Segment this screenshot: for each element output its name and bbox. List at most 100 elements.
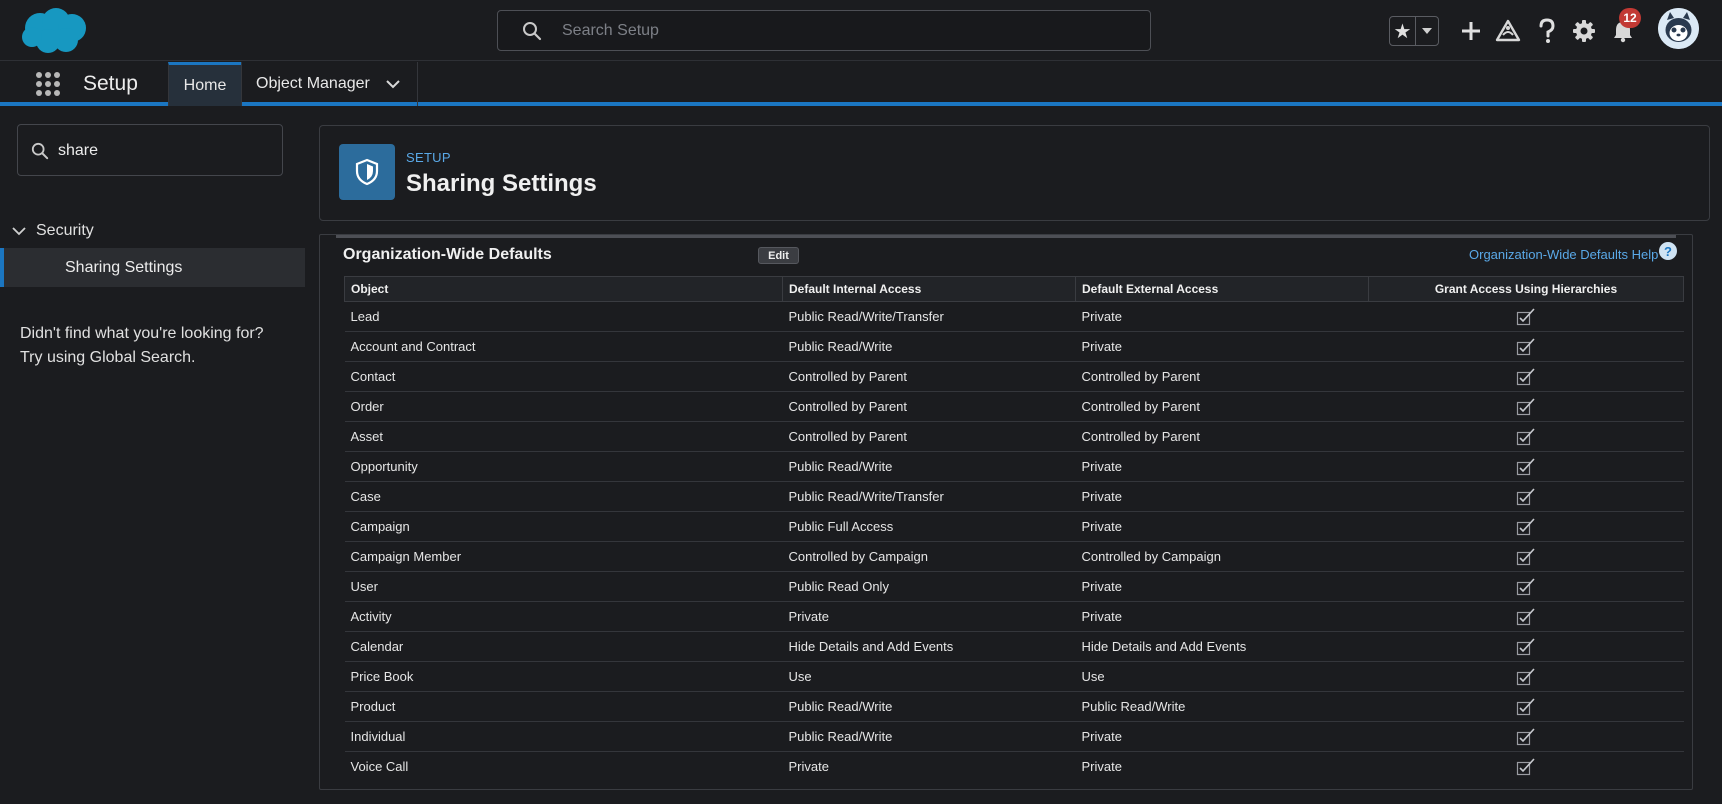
- table-row: Case Public Read/Write/Transfer Private: [344, 481, 1684, 512]
- cell-hierarchy-access: [1368, 601, 1684, 632]
- checked-icon: [1516, 427, 1536, 446]
- cell-hierarchy-access: [1368, 421, 1684, 452]
- cell-internal-access: Public Read/Write: [782, 451, 1076, 482]
- global-search-input[interactable]: Search Setup: [497, 10, 1151, 51]
- checked-icon: [1516, 637, 1536, 656]
- tree-group-label: Security: [36, 222, 94, 239]
- cell-object: Voice Call: [344, 751, 783, 782]
- cell-external-access: Private: [1075, 481, 1369, 512]
- cell-internal-access: Private: [782, 751, 1076, 782]
- owd-section: Organization-Wide Defaults Edit Organiza…: [319, 234, 1693, 790]
- avatar[interactable]: [1658, 8, 1699, 49]
- cell-external-access: Controlled by Campaign: [1075, 541, 1369, 572]
- cell-external-access: Public Read/Write: [1075, 691, 1369, 722]
- star-icon[interactable]: ★: [1390, 17, 1416, 45]
- tab-object-manager[interactable]: Object Manager: [241, 62, 418, 106]
- cell-internal-access: Controlled by Campaign: [782, 541, 1076, 572]
- tree-item-sharing-settings[interactable]: Sharing Settings: [0, 248, 305, 287]
- section-title: Organization-Wide Defaults: [343, 246, 552, 263]
- cell-hierarchy-access: [1368, 391, 1684, 422]
- help-icon[interactable]: [1533, 17, 1561, 45]
- checked-icon: [1516, 457, 1536, 476]
- checked-icon: [1516, 577, 1536, 596]
- cell-hierarchy-access: [1368, 301, 1684, 332]
- tab-home-label: Home: [183, 76, 227, 94]
- context-bar: Setup Home Object Manager: [0, 62, 1722, 106]
- tree-item-label: Sharing Settings: [65, 258, 183, 276]
- table-row: Lead Public Read/Write/Transfer Private: [344, 301, 1684, 332]
- table-row: Activity Private Private: [344, 601, 1684, 632]
- chevron-down-icon[interactable]: [1416, 17, 1438, 45]
- search-placeholder: Search Setup: [562, 22, 659, 39]
- cell-hierarchy-access: [1368, 631, 1684, 662]
- cell-external-access: Controlled by Parent: [1075, 361, 1369, 392]
- checked-icon: [1516, 337, 1536, 356]
- trailhead-icon[interactable]: [1494, 17, 1522, 45]
- cell-external-access: Private: [1075, 721, 1369, 752]
- table-row: Opportunity Public Read/Write Private: [344, 451, 1684, 482]
- cell-internal-access: Use: [782, 661, 1076, 692]
- search-icon: [31, 142, 49, 160]
- cell-object: Price Book: [344, 661, 783, 692]
- table-row: User Public Read Only Private: [344, 571, 1684, 602]
- table-body: Lead Public Read/Write/Transfer Private Acc…: [344, 301, 1684, 782]
- app-name: Setup: [83, 72, 138, 95]
- checked-icon: [1516, 547, 1536, 566]
- tab-object-manager-label: Object Manager: [256, 75, 370, 92]
- cell-object: Account and Contract: [344, 331, 783, 362]
- cell-hierarchy-access: [1368, 451, 1684, 482]
- col-header-hierarchies: Grant Access Using Hierarchies: [1368, 276, 1684, 302]
- gear-icon[interactable]: [1570, 17, 1598, 45]
- app-launcher-icon[interactable]: [35, 71, 61, 97]
- quick-find-input[interactable]: share: [17, 124, 283, 176]
- plus-icon[interactable]: [1457, 17, 1485, 45]
- owd-help-link[interactable]: Organization-Wide Defaults Help: [1469, 247, 1658, 262]
- cell-hierarchy-access: [1368, 691, 1684, 722]
- cell-hierarchy-access: [1368, 361, 1684, 392]
- table-row: Order Controlled by Parent Controlled by P…: [344, 391, 1684, 422]
- cell-hierarchy-access: [1368, 511, 1684, 542]
- table-row: Individual Public Read/Write Private: [344, 721, 1684, 752]
- cell-hierarchy-access: [1368, 541, 1684, 572]
- tree-group-security[interactable]: Security: [12, 219, 94, 243]
- cell-external-access: Private: [1075, 601, 1369, 632]
- table-row: Product Public Read/Write Public Read/Writ…: [344, 691, 1684, 722]
- cell-internal-access: Public Read/Write: [782, 331, 1076, 362]
- cell-external-access: Controlled by Parent: [1075, 421, 1369, 452]
- cell-external-access: Private: [1075, 511, 1369, 542]
- chevron-down-icon[interactable]: [386, 79, 400, 89]
- table-row: Calendar Hide Details and Add Events Hide …: [344, 631, 1684, 662]
- owd-table: Object Default Internal Access Default E…: [344, 276, 1684, 782]
- cell-object: Campaign Member: [344, 541, 783, 572]
- cell-object: Contact: [344, 361, 783, 392]
- cell-object: Asset: [344, 421, 783, 452]
- edit-button[interactable]: Edit: [758, 247, 799, 264]
- cell-external-access: Private: [1075, 751, 1369, 782]
- table-row: Asset Controlled by Parent Controlled by P…: [344, 421, 1684, 452]
- help-icon[interactable]: ?: [1659, 242, 1677, 260]
- page-header: SETUP Sharing Settings: [319, 125, 1710, 221]
- checked-icon: [1516, 367, 1536, 386]
- cell-internal-access: Private: [782, 601, 1076, 632]
- cell-object: Activity: [344, 601, 783, 632]
- table-row: Contact Controlled by Parent Controlled by…: [344, 361, 1684, 392]
- search-icon: [522, 21, 542, 41]
- salesforce-logo[interactable]: [18, 6, 90, 56]
- cell-object: Campaign: [344, 511, 783, 542]
- not-found-message: Didn't find what you're looking for? Try…: [20, 322, 300, 370]
- section-divider: [336, 235, 1676, 238]
- cell-external-access: Private: [1075, 571, 1369, 602]
- chevron-down-icon: [12, 226, 26, 236]
- cell-external-access: Hide Details and Add Events: [1075, 631, 1369, 662]
- cell-internal-access: Controlled by Parent: [782, 391, 1076, 422]
- cell-object: Individual: [344, 721, 783, 752]
- checked-icon: [1516, 607, 1536, 626]
- table-row: Campaign Member Controlled by Campaign Con…: [344, 541, 1684, 572]
- checked-icon: [1516, 487, 1536, 506]
- table-row: Account and Contract Public Read/Write Pri…: [344, 331, 1684, 362]
- page-title: Sharing Settings: [406, 170, 597, 197]
- col-header-external: Default External Access: [1075, 276, 1369, 302]
- cell-external-access: Private: [1075, 331, 1369, 362]
- tab-home[interactable]: Home: [168, 62, 241, 106]
- checked-icon: [1516, 397, 1536, 416]
